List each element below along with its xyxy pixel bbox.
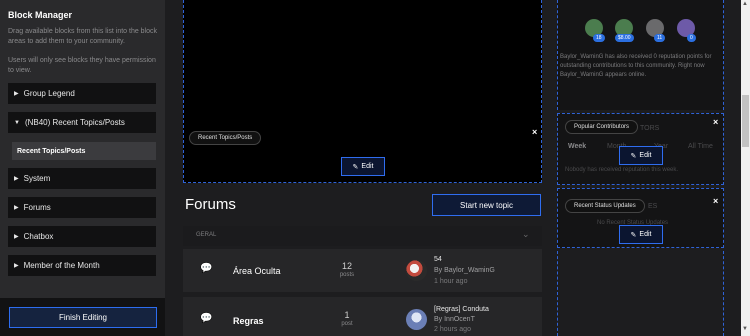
page-root: Block Manager Drag available blocks from… <box>0 0 750 336</box>
block-item-member-of-month[interactable]: ▶ Member of the Month <box>8 255 156 276</box>
post-count: 1 <box>344 310 350 320</box>
block-item-label: (NB40) Recent Topics/Posts <box>24 118 125 127</box>
expand-triangle-icon: ▶ <box>14 234 19 240</box>
popular-heading: TORS <box>640 125 660 132</box>
expand-triangle-icon: ▶ <box>14 91 19 97</box>
block-item-chatbox[interactable]: ▶ Chatbox <box>8 226 156 247</box>
tab-all-time[interactable]: All Time <box>688 143 713 150</box>
scroll-up-arrow-icon[interactable]: ▲ <box>742 1 748 7</box>
last-post-author[interactable]: By Baylor_WaminG <box>434 267 495 274</box>
edit-label: Edit <box>639 231 652 238</box>
close-icon[interactable]: × <box>532 127 537 137</box>
block-item-recent-topics[interactable]: ▼ (NB40) Recent Topics/Posts <box>8 112 156 133</box>
block-manager-title: Block Manager <box>8 10 73 20</box>
forum-name[interactable]: Área Oculta <box>233 266 281 276</box>
pencil-icon: ✎ <box>630 152 637 160</box>
last-post-title[interactable]: [Regras] Conduta <box>434 306 489 313</box>
block-subitem-recent-topics[interactable]: Recent Topics/Posts <box>12 142 156 160</box>
badge-count: 18 <box>593 34 605 42</box>
post-count: 12 <box>341 261 352 271</box>
last-post-time: 1 hour ago <box>434 278 468 285</box>
edit-block-button[interactable]: ✎ Edit <box>619 225 663 244</box>
collapse-triangle-icon: ▼ <box>14 119 20 126</box>
badge-count: 11 <box>654 34 666 42</box>
scroll-down-arrow-icon[interactable]: ▼ <box>742 326 748 332</box>
category-label: GERAL <box>196 232 217 238</box>
block-item-label: Forums <box>23 203 51 212</box>
expand-triangle-icon: ▶ <box>14 176 19 182</box>
edit-block-button[interactable]: ✎ Edit <box>619 146 663 165</box>
status-updates-tag: Recent Status Updates <box>565 199 645 213</box>
chat-bubbles-icon: 💬 <box>200 263 213 274</box>
post-count-unit: post <box>341 321 353 327</box>
chat-bubbles-icon: 💬 <box>200 313 213 324</box>
edit-label: Edit <box>639 152 652 159</box>
edit-label: Edit <box>361 163 374 170</box>
finish-editing-button[interactable]: Finish Editing <box>9 307 157 328</box>
avatar[interactable] <box>406 260 427 281</box>
block-manager-description: Drag available blocks from this list int… <box>8 28 158 45</box>
close-icon[interactable]: × <box>713 196 718 206</box>
recent-topics-block <box>183 0 542 183</box>
forum-name[interactable]: Regras <box>233 316 264 326</box>
tab-week[interactable]: Week <box>568 143 586 150</box>
close-icon[interactable]: × <box>713 117 718 127</box>
last-post-title[interactable]: 54 <box>434 256 442 263</box>
block-item-group-legend[interactable]: ▶ Group Legend <box>8 83 156 104</box>
avatar[interactable] <box>406 309 427 330</box>
block-item-system[interactable]: ▶ System <box>8 168 156 189</box>
scrollbar-thumb[interactable] <box>742 95 749 147</box>
status-heading: ES <box>648 203 658 210</box>
popular-contributors-tag: Popular Contributors <box>565 120 639 134</box>
expand-triangle-icon: ▶ <box>14 263 19 269</box>
chevron-down-icon[interactable]: ⌄ <box>522 229 530 240</box>
start-new-topic-button[interactable]: Start new topic <box>432 194 541 216</box>
page-scrollbar[interactable] <box>741 0 750 336</box>
last-post-author[interactable]: By InnOcenT <box>434 316 475 323</box>
badge-count: $8.00 <box>615 34 634 42</box>
post-count-unit: posts <box>339 272 355 278</box>
expand-triangle-icon: ▶ <box>14 205 19 211</box>
popular-empty-text: Nobody has received reputation this week… <box>565 167 679 173</box>
block-manager-note: Users will only see blocks they have per… <box>8 57 156 74</box>
pencil-icon: ✎ <box>352 163 359 171</box>
block-item-forums[interactable]: ▶ Forums <box>8 197 156 218</box>
empty-block-area <box>557 251 724 336</box>
recent-topics-tag: Recent Topics/Posts <box>189 131 262 145</box>
block-item-label: Member of the Month <box>23 261 100 270</box>
block-item-label: Group Legend <box>23 89 75 98</box>
edit-block-button[interactable]: ✎ Edit <box>341 157 385 176</box>
block-item-label: System <box>23 174 51 183</box>
category-header <box>183 226 542 246</box>
reputation-text: Baylor_WaminG has also received 0 reputa… <box>560 54 712 78</box>
block-item-label: Chatbox <box>23 232 54 241</box>
forums-title: Forums <box>185 196 236 213</box>
last-post-time: 2 hours ago <box>434 326 471 333</box>
badge-count: 0 <box>687 34 696 42</box>
pencil-icon: ✎ <box>630 231 637 239</box>
